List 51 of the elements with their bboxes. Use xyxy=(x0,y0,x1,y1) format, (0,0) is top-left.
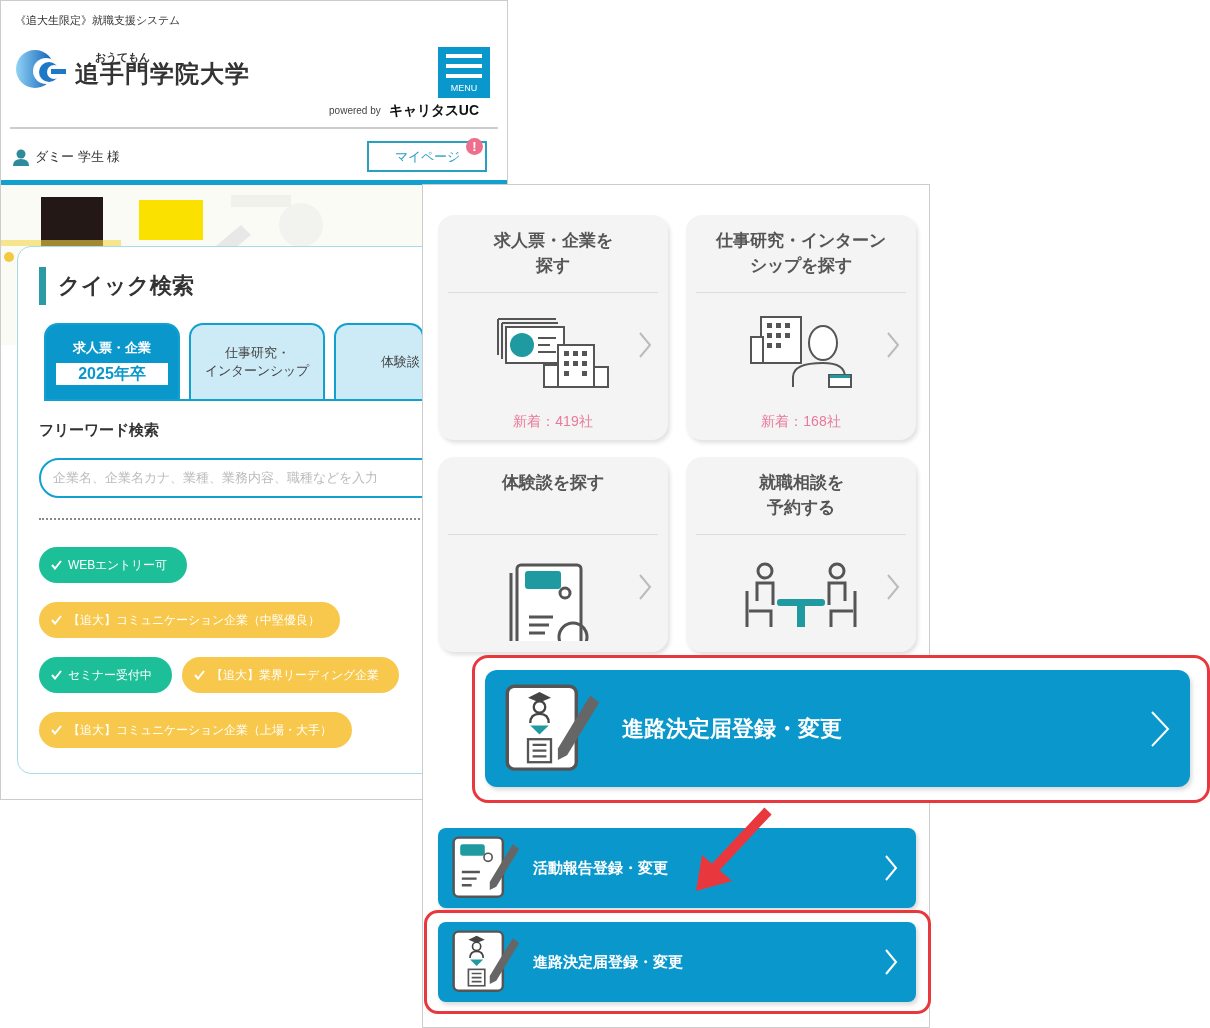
search-field[interactable]: 企業名、企業名カナ、業種、業務内容、職種などを入力 xyxy=(39,457,424,498)
graduate-pencil-icon xyxy=(505,683,602,774)
tagline: 《追大生限定》就職支援システム xyxy=(14,13,180,28)
check-icon xyxy=(51,559,62,570)
action-button[interactable]: 進路決定届登録・変更 xyxy=(485,670,1190,787)
field-label: フリーワード検索 xyxy=(39,420,160,440)
new-count: 新着：419社 xyxy=(513,412,593,431)
check-icon xyxy=(51,669,62,680)
tile-title: 予約する xyxy=(766,496,836,519)
check-icon xyxy=(51,614,62,625)
company-person-icon xyxy=(749,315,853,389)
check-icon xyxy=(51,724,62,735)
user-name: ダミー 学生 様 xyxy=(35,147,121,166)
chevron-icon xyxy=(884,948,898,976)
search-tab[interactable]: 体験談 xyxy=(334,323,424,399)
alert-badge: ! xyxy=(466,138,483,155)
menu-tile[interactable]: 求人票・企業を 探す 新着：419社 xyxy=(438,215,668,440)
action-button[interactable]: 進路決定届登録・変更 xyxy=(438,922,916,1002)
vendor-logo-text: キャリタスUC xyxy=(388,101,479,120)
chevron-icon xyxy=(1150,709,1170,748)
tile-title: シップを探す xyxy=(749,254,853,277)
tile-title: 探す xyxy=(534,254,571,277)
tile-title: 求人票・企業を xyxy=(492,230,614,252)
filter-tag[interactable]: セミナー受付中 xyxy=(39,656,172,693)
meeting-icon xyxy=(743,561,859,627)
search-tab[interactable]: 求人票・企業 2025年卒 xyxy=(44,323,180,399)
new-count: 新着：168社 xyxy=(761,412,841,431)
chevron-icon xyxy=(638,573,652,601)
tile-title: 就職相談を xyxy=(757,472,845,494)
menu-tile[interactable]: 仕事研究・インターン シップを探す 新着：168社 xyxy=(686,215,916,440)
chevron-icon xyxy=(886,573,900,601)
mypage-button[interactable]: マイページ ! xyxy=(367,141,487,172)
chevron-icon xyxy=(886,331,900,359)
logo-icon xyxy=(15,49,67,89)
powered-by-text: powered by xyxy=(329,104,381,118)
year-label: 2025年卒 xyxy=(56,362,168,385)
menu-tile[interactable]: 就職相談を 予約する xyxy=(686,457,916,652)
menu-tile[interactable]: 体験談を探す xyxy=(438,457,668,652)
check-icon xyxy=(194,669,205,680)
company-card-icon xyxy=(496,315,610,389)
action-button[interactable]: 活動報告登録・変更 xyxy=(438,828,916,908)
filter-tag[interactable]: WEBエントリー可 xyxy=(39,546,188,583)
menu-icon xyxy=(446,53,482,79)
search-tab[interactable]: 仕事研究・ インターンシップ xyxy=(189,323,325,399)
tile-title: 仕事研究・インターン xyxy=(715,230,887,252)
report-pencil-icon xyxy=(452,836,521,900)
menu-button[interactable]: MENU xyxy=(438,47,490,98)
chevron-icon xyxy=(884,854,898,882)
tile-title: 体験談を探す xyxy=(501,472,605,494)
chevron-icon xyxy=(638,331,652,359)
graduate-pencil-icon xyxy=(452,930,521,994)
